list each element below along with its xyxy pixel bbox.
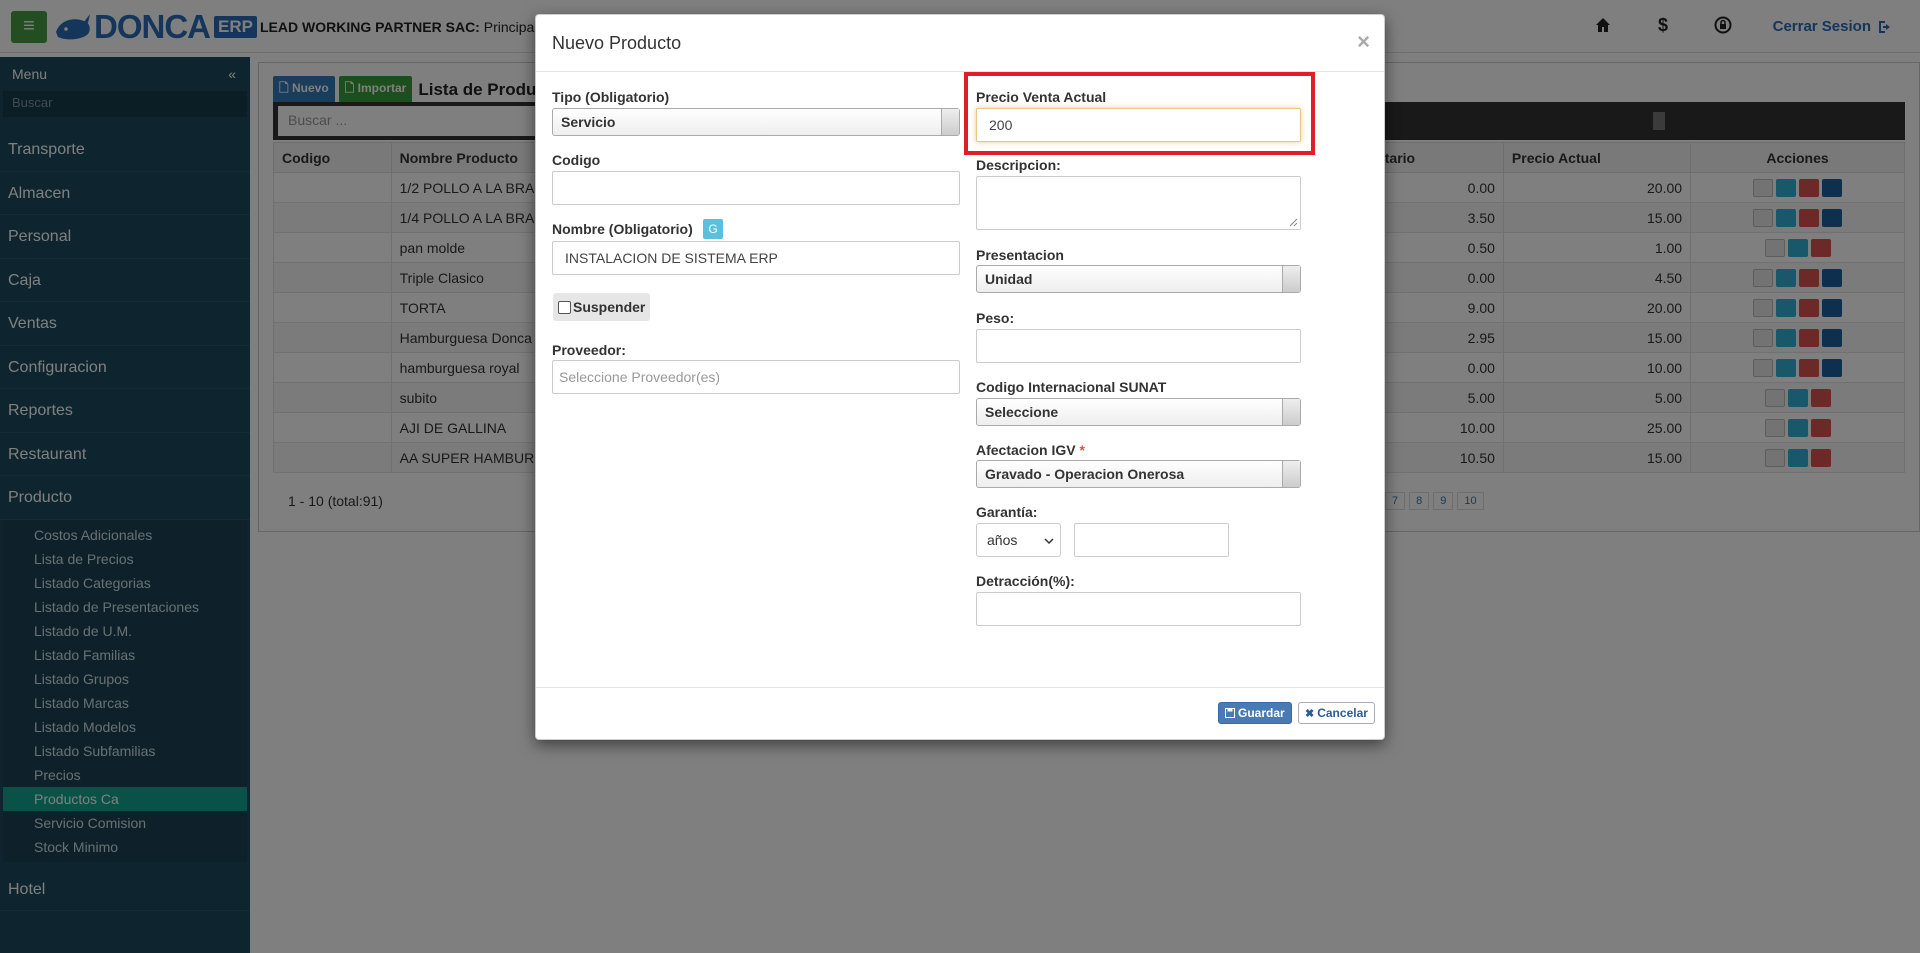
- proveedor-multiselect[interactable]: Seleccione Proveedor(es): [552, 360, 960, 394]
- peso-label: Peso:: [976, 310, 1015, 326]
- sunat-code-select[interactable]: Seleccione: [976, 398, 1301, 426]
- floppy-disk-icon: [1225, 708, 1235, 718]
- generate-name-button[interactable]: G: [703, 219, 723, 239]
- modal-title: Nuevo Producto: [552, 33, 682, 53]
- suspender-checkbox[interactable]: Suspender: [553, 293, 651, 321]
- nombre-input[interactable]: INSTALACION DE SISTEMA ERP: [552, 241, 960, 275]
- nombre-label: Nombre (Obligatorio): [552, 221, 693, 237]
- new-product-modal: Nuevo Producto × Tipo (Obligatorio) Serv…: [535, 14, 1385, 740]
- precio-label: Precio Venta Actual: [976, 89, 1107, 105]
- precio-venta-input[interactable]: 200: [976, 108, 1301, 142]
- peso-input[interactable]: [976, 329, 1301, 363]
- tipo-label: Tipo (Obligatorio): [552, 89, 670, 105]
- igv-label: Afectacion IGV *: [976, 442, 1085, 458]
- codigo-label: Codigo: [552, 152, 601, 168]
- chevron-down-icon: [1282, 461, 1300, 487]
- save-button[interactable]: Guardar: [1218, 702, 1292, 724]
- descripcion-label: Descripcion:: [976, 157, 1061, 173]
- garantia-unit-select[interactable]: años: [976, 523, 1061, 557]
- resize-handle-icon[interactable]: [1288, 217, 1298, 227]
- proveedor-label: Proveedor:: [552, 342, 626, 358]
- cancel-button[interactable]: ✖ Cancelar: [1298, 702, 1375, 724]
- presentacion-select[interactable]: Unidad: [976, 265, 1301, 293]
- descripcion-textarea[interactable]: [976, 176, 1301, 230]
- detraccion-label: Detracción(%):: [976, 573, 1075, 589]
- garantia-value-input[interactable]: [1074, 523, 1229, 557]
- close-icon: ✖: [1305, 707, 1315, 720]
- modal-footer: Guardar ✖ Cancelar: [536, 687, 1384, 739]
- garantia-label: Garantía:: [976, 504, 1038, 520]
- modal-header: Nuevo Producto ×: [536, 15, 1384, 72]
- codigo-input[interactable]: [552, 171, 960, 205]
- tipo-select[interactable]: Servicio: [552, 108, 960, 136]
- chevron-down-icon: [1044, 538, 1054, 545]
- checkbox-icon: [558, 300, 571, 314]
- igv-select[interactable]: Gravado - Operacion Onerosa: [976, 460, 1301, 488]
- presentacion-label: Presentacion: [976, 247, 1064, 263]
- sunat-label: Codigo Internacional SUNAT: [976, 379, 1167, 395]
- chevron-down-icon: [1282, 399, 1300, 425]
- chevron-down-icon: [941, 109, 959, 135]
- detraccion-input[interactable]: [976, 592, 1301, 626]
- close-icon[interactable]: ×: [1357, 29, 1370, 55]
- required-marker: *: [1079, 442, 1085, 458]
- chevron-down-icon: [1282, 266, 1300, 292]
